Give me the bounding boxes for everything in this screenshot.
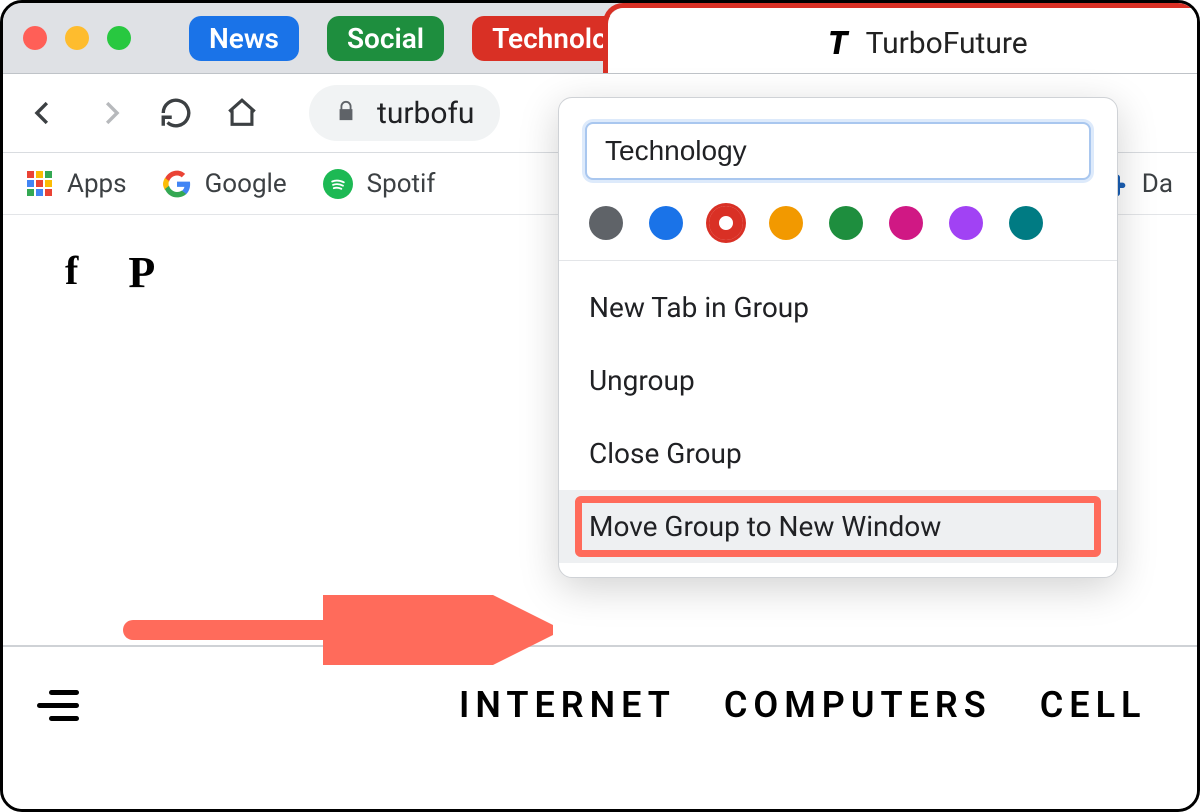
menu-close-group[interactable]: Close Group <box>559 417 1117 490</box>
tab-group-context-menu: New Tab in Group Ungroup Close Group Mov… <box>558 97 1118 578</box>
minimize-window-button[interactable] <box>65 26 89 50</box>
reload-button[interactable] <box>159 96 193 130</box>
page-nav-internet[interactable]: INTERNET <box>459 684 676 726</box>
address-bar[interactable]: turbofu <box>309 85 500 141</box>
bookmark-google[interactable]: Google <box>163 169 287 199</box>
color-red[interactable] <box>709 206 743 240</box>
menu-ungroup[interactable]: Ungroup <box>559 344 1117 417</box>
lock-icon <box>335 98 357 128</box>
spotify-icon <box>323 169 353 199</box>
menu-new-tab-in-group[interactable]: New Tab in Group <box>559 271 1117 344</box>
forward-button[interactable] <box>93 96 127 130</box>
extension-label: Da <box>1142 169 1173 199</box>
page-social-links: f P <box>65 247 155 298</box>
apps-icon <box>27 171 53 197</box>
url-text: turbofu <box>377 96 474 131</box>
back-button[interactable] <box>27 96 61 130</box>
tab-strip: News Social Technology T TurboFuture <box>3 3 1197 73</box>
page-nav-computers[interactable]: COMPUTERS <box>724 684 992 726</box>
turbofuture-favicon: T <box>828 24 844 62</box>
hamburger-menu-button[interactable] <box>37 690 79 721</box>
annotation-arrow <box>123 595 553 665</box>
group-color-picker <box>585 180 1091 260</box>
active-tab[interactable]: T TurboFuture <box>608 8 1197 77</box>
bookmark-spotify[interactable]: Spotif <box>323 169 436 199</box>
home-button[interactable] <box>225 96 259 130</box>
color-pink[interactable] <box>889 206 923 240</box>
group-name-input[interactable] <box>585 122 1091 180</box>
bookmark-google-label: Google <box>205 169 287 199</box>
context-menu-items: New Tab in Group Ungroup Close Group Mov… <box>559 261 1117 577</box>
tab-group-social[interactable]: Social <box>327 16 444 61</box>
menu-move-group-to-new-window[interactable]: Move Group to New Window <box>559 490 1117 563</box>
google-icon <box>163 170 191 198</box>
apps-label: Apps <box>67 169 127 199</box>
active-tab-title: TurboFuture <box>866 26 1028 61</box>
tab-group-news[interactable]: News <box>189 16 299 61</box>
color-teal[interactable] <box>1009 206 1043 240</box>
apps-shortcut[interactable]: Apps <box>27 169 127 199</box>
active-tab-region: T TurboFuture <box>603 3 1197 77</box>
fullscreen-window-button[interactable] <box>107 26 131 50</box>
window-controls <box>23 26 131 50</box>
color-grey[interactable] <box>589 206 623 240</box>
bookmark-spotify-label: Spotif <box>367 169 436 199</box>
pinterest-icon[interactable]: P <box>128 247 155 298</box>
menu-move-label: Move Group to New Window <box>589 510 941 543</box>
close-window-button[interactable] <box>23 26 47 50</box>
color-green[interactable] <box>829 206 863 240</box>
color-blue[interactable] <box>649 206 683 240</box>
color-orange[interactable] <box>769 206 803 240</box>
color-purple[interactable] <box>949 206 983 240</box>
page-nav-cell[interactable]: CELL <box>1040 684 1147 726</box>
facebook-icon[interactable]: f <box>65 247 78 298</box>
